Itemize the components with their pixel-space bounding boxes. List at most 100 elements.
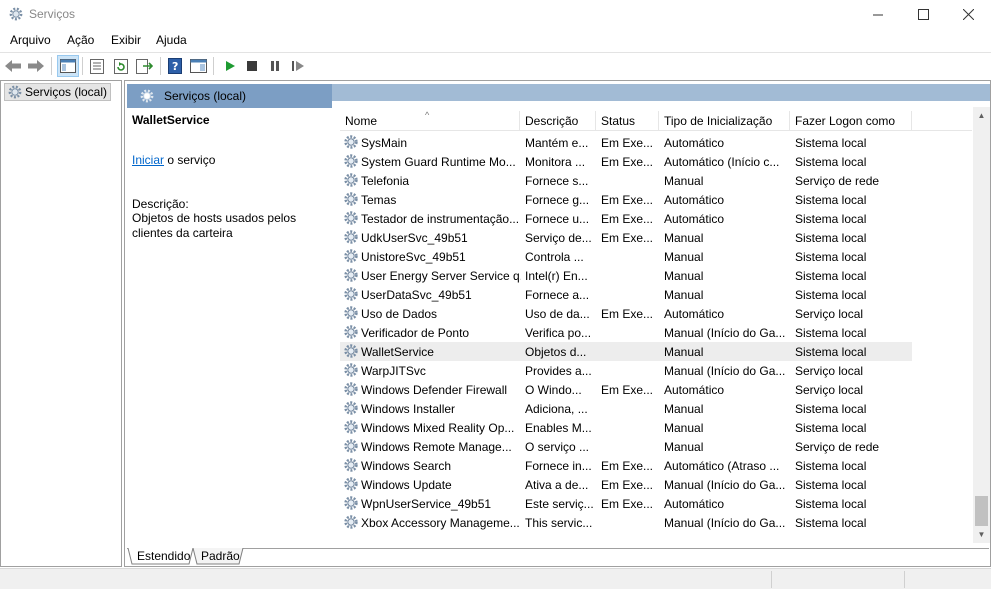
console-tree-button[interactable] xyxy=(57,55,79,77)
table-row[interactable]: Testador de instrumentação... Fornece u..… xyxy=(340,209,912,228)
menu-arquivo[interactable]: Arquivo xyxy=(10,33,51,47)
service-gear-icon xyxy=(344,287,358,301)
table-row[interactable]: System Guard Runtime Mo... Monitora ... Em… xyxy=(340,152,912,171)
status-divider xyxy=(771,571,772,588)
close-button[interactable] xyxy=(945,0,991,29)
close-icon xyxy=(962,9,974,20)
scroll-down-icon[interactable]: ▼ xyxy=(973,526,990,543)
cell-startup-type: Manual (Início do Ga... xyxy=(664,516,786,530)
description-text: Objetos de hosts usados pelos clientes d… xyxy=(132,211,297,240)
table-row[interactable]: UdkUserSvc_49b51 Serviço de... Em Exe... Ma… xyxy=(340,228,912,247)
cell-startup-type: Manual (Início do Ga... xyxy=(664,364,786,378)
start-service-link[interactable]: Iniciar xyxy=(132,153,164,167)
pane-title: Serviços (local) xyxy=(164,89,247,103)
column-header-log-on-as[interactable]: Fazer Logon como xyxy=(790,111,912,131)
cell-description: Objetos d... xyxy=(525,345,587,359)
cell-log-on-as: Sistema local xyxy=(795,421,867,435)
table-row[interactable]: Windows Mixed Reality Op... Enables M... M… xyxy=(340,418,912,437)
menu-acao[interactable]: Ação xyxy=(67,33,94,47)
services-gear-icon xyxy=(9,7,23,21)
column-header-name[interactable]: ^ Nome xyxy=(340,110,520,131)
help-button[interactable]: ? xyxy=(164,55,186,77)
cell-name: Windows Remote Manage... xyxy=(361,440,512,454)
menu-ajuda[interactable]: Ajuda xyxy=(156,33,187,47)
cell-name: Testador de instrumentação... xyxy=(361,212,520,226)
help-icon: ? xyxy=(167,58,182,74)
scroll-up-icon[interactable]: ▲ xyxy=(973,107,990,124)
refresh-icon xyxy=(114,58,128,74)
stop-service-button[interactable] xyxy=(241,55,263,77)
table-row[interactable]: Verificador de Ponto Verifica po... Manual… xyxy=(340,323,912,342)
pause-service-button[interactable] xyxy=(264,55,286,77)
table-row[interactable]: Windows Defender Firewall O Windo... Em Ex… xyxy=(340,380,912,399)
table-row[interactable]: Windows Update Ativa a de... Em Exe... Manu… xyxy=(340,475,912,494)
table-row[interactable]: WarpJITSvc Provides a... Manual (Início do… xyxy=(340,361,912,380)
table-row[interactable]: User Energy Server Service q... Intel(r) … xyxy=(340,266,912,285)
table-row[interactable]: WalletService Objetos d... Manual Sistema l… xyxy=(340,342,912,361)
table-row[interactable]: UnistoreSvc_49b51 Controla ... Manual Siste… xyxy=(340,247,912,266)
restart-service-button[interactable] xyxy=(287,55,309,77)
export-list-button[interactable] xyxy=(133,55,155,77)
table-row[interactable]: Windows Installer Adiciona, ... Manual Sist… xyxy=(340,399,912,418)
cell-description: Fornece g... xyxy=(525,193,590,207)
toolbar-separator xyxy=(51,57,52,75)
table-row[interactable]: Xbox Accessory Manageme... This servic...… xyxy=(340,513,912,532)
scrollbar-thumb[interactable] xyxy=(975,496,988,526)
back-button[interactable] xyxy=(2,55,24,77)
toolbar-separator xyxy=(82,57,83,75)
table-row[interactable]: Windows Search Fornece in... Em Exe... Auto… xyxy=(340,456,912,475)
table-row[interactable]: WpnUserService_49b51 Este serviç... Em Exe… xyxy=(340,494,912,513)
cell-status: Em Exe... xyxy=(601,136,654,150)
services-gear-icon xyxy=(8,85,22,99)
table-row[interactable]: UserDataSvc_49b51 Fornece a... Manual Siste… xyxy=(340,285,912,304)
show-hide-action-pane-button[interactable] xyxy=(187,55,209,77)
cell-description: Controla ... xyxy=(525,250,584,264)
services-gear-icon xyxy=(140,89,154,103)
maximize-button[interactable] xyxy=(900,0,946,29)
description-label: Descrição: xyxy=(132,197,189,211)
cell-status: Em Exe... xyxy=(601,212,654,226)
cell-log-on-as: Sistema local xyxy=(795,136,867,150)
tree-item-label: Serviços (local) xyxy=(25,85,108,99)
table-row[interactable]: Telefonia Fornece s... Manual Serviço de re… xyxy=(340,171,912,190)
service-gear-icon xyxy=(344,173,358,187)
cell-log-on-as: Sistema local xyxy=(795,345,867,359)
cell-startup-type: Automático xyxy=(664,136,725,150)
tree-item-services-local[interactable]: Serviços (local) xyxy=(4,83,112,101)
cell-startup-type: Manual xyxy=(664,174,704,188)
start-service-button[interactable] xyxy=(219,55,241,77)
menu-bar: Arquivo Ação Exibir Ajuda xyxy=(0,29,991,51)
table-row[interactable]: Temas Fornece g... Em Exe... Automático Sist… xyxy=(340,190,912,209)
tab-standard[interactable]: Padrão xyxy=(193,548,248,566)
properties-button[interactable] xyxy=(86,55,108,77)
service-details: WalletService Iniciar o serviço Descriçã… xyxy=(132,113,327,241)
column-header-startup-type[interactable]: Tipo de Inicialização xyxy=(659,111,790,131)
column-header-status[interactable]: Status xyxy=(596,111,659,131)
cell-log-on-as: Sistema local xyxy=(795,326,867,340)
toolbar-separator xyxy=(160,57,161,75)
table-row[interactable]: SysMain Mantém e... Em Exe... Automático Sis… xyxy=(340,133,912,152)
export-list-icon xyxy=(136,58,153,74)
cell-log-on-as: Serviço local xyxy=(795,364,864,378)
table-row[interactable]: Windows Remote Manage... O serviço ... Man… xyxy=(340,437,912,456)
vertical-scrollbar[interactable]: ▲ ▼ xyxy=(973,107,990,543)
cell-startup-type: Automático xyxy=(664,193,725,207)
refresh-button[interactable] xyxy=(110,55,132,77)
service-gear-icon xyxy=(344,477,358,491)
service-gear-icon xyxy=(344,211,358,225)
service-gear-icon xyxy=(344,496,358,510)
forward-button[interactable] xyxy=(25,55,47,77)
cell-status: Em Exe... xyxy=(601,459,654,473)
menu-exibir[interactable]: Exibir xyxy=(111,33,141,47)
table-row[interactable]: Uso de Dados Uso de da... Em Exe... Automát… xyxy=(340,304,912,323)
cell-status: Em Exe... xyxy=(601,383,654,397)
cell-name: Windows Installer xyxy=(361,402,456,416)
tab-extended[interactable]: Estendido xyxy=(129,548,198,566)
service-gear-icon xyxy=(344,344,358,358)
minimize-button[interactable] xyxy=(855,0,901,29)
cell-log-on-as: Sistema local xyxy=(795,212,867,226)
cell-description: Monitora ... xyxy=(525,155,586,169)
column-header-description[interactable]: Descrição xyxy=(520,111,596,131)
forward-arrow-icon xyxy=(28,60,44,72)
cell-description: O Windo... xyxy=(525,383,582,397)
